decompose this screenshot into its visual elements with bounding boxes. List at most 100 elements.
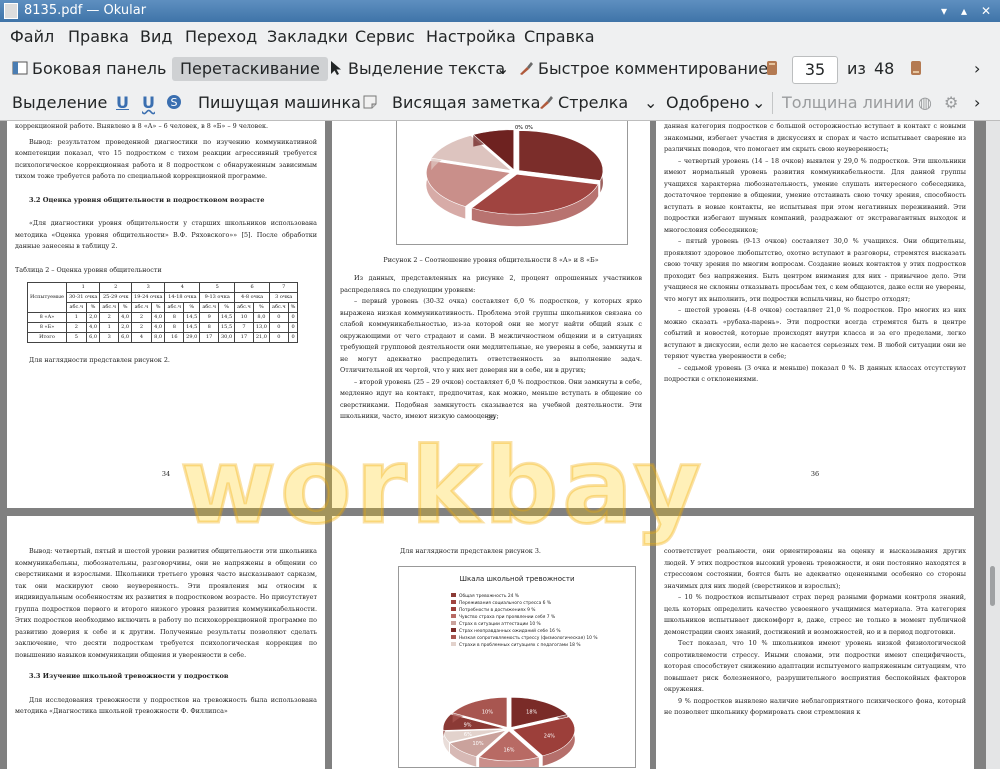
- drag-mode-button[interactable]: Перетаскивание: [172, 57, 328, 81]
- table-cell: 5: [199, 282, 236, 293]
- page-number-input[interactable]: 35: [792, 56, 838, 84]
- scrollbar-thumb[interactable]: [990, 566, 995, 606]
- menu-help[interactable]: Справка: [524, 27, 595, 46]
- close-icon[interactable]: ✕: [978, 3, 994, 19]
- pencil-icon: [540, 96, 553, 109]
- toolbar-overflow-button[interactable]: ›: [974, 57, 980, 81]
- pie-slice-label: 10%: [482, 709, 493, 715]
- vertical-scrollbar[interactable]: [986, 121, 1000, 769]
- table-cell: 1: [65, 282, 101, 293]
- line-width-button[interactable]: Толщина линии: [782, 91, 915, 115]
- menu-edit[interactable]: Правка: [68, 27, 129, 46]
- table-cell: 3 очка: [268, 292, 299, 303]
- table-cell: 2,0: [85, 312, 101, 323]
- menu-go[interactable]: Переход: [185, 27, 257, 46]
- arrow-button[interactable]: Стрелка: [538, 91, 628, 115]
- page-text: коррекционной работе. Выявлено в 8 «А» –…: [15, 122, 269, 130]
- table-cell: 4,0: [150, 322, 166, 333]
- table-cell: абс.ч: [65, 302, 87, 313]
- table-cell: абс.ч: [234, 302, 254, 313]
- opacity-button[interactable]: ⚙: [944, 91, 958, 115]
- table-cell: 15,5: [217, 322, 236, 333]
- table-cell: 2: [99, 312, 120, 323]
- note-icon-button[interactable]: [362, 91, 382, 115]
- table-cell: 1: [99, 322, 120, 333]
- underline-icon: U: [116, 93, 129, 112]
- table-cell: 6,0: [85, 332, 101, 343]
- table-cell: 9: [199, 312, 219, 323]
- pdf-file-icon: [4, 3, 18, 19]
- page-number: 36: [810, 470, 820, 478]
- page-text: данная категория подростков с большой ос…: [664, 122, 966, 153]
- table-row: Итого 5 6,0 3 6,0 4 8,0 16 29,0 17 30,0 17 21,0 0 0: [27, 332, 299, 343]
- table-cell: 4-8 очка: [234, 292, 270, 303]
- page-text: Из данных, представленных на рисунке 2, …: [340, 274, 642, 294]
- stamp-dropdown[interactable]: ⌄: [752, 91, 765, 115]
- text-select-button[interactable]: Выделение текста: [328, 57, 505, 81]
- pdf-page-36: данная категория подростков с большой ос…: [656, 121, 974, 508]
- table-cell: 2,0: [118, 322, 133, 333]
- menu-file[interactable]: Файл: [10, 27, 54, 46]
- text-select-dropdown[interactable]: ⌄: [496, 57, 509, 81]
- table-cell: 2: [65, 322, 87, 333]
- pdf-page-39: соответствует реальности, они ориентиров…: [656, 516, 974, 769]
- table-cell: абс.ч: [164, 302, 185, 313]
- table-cell: %: [287, 302, 299, 313]
- section-heading: 3.3 Изучение школьной тревожности у подр…: [29, 672, 229, 680]
- pdf-page-37: Вывод: четвертый, пятый и шестой уровни …: [7, 516, 325, 769]
- figure-caption: Рисунок 2 – Соотношение уровня общительн…: [383, 256, 599, 264]
- anxiety-chart-figure: Шкала школьной тревожности Общая тревожн…: [398, 566, 636, 768]
- toolbar-overflow-button[interactable]: ›: [974, 91, 980, 115]
- table-cell: 13,0: [252, 322, 270, 333]
- table-cell: 8: [199, 322, 219, 333]
- pie-chart: 18%24%16%10%6%9%10%: [442, 697, 576, 767]
- page-text: – шестой уровень (4-8 очков) составляет …: [664, 306, 966, 360]
- pie-slice-label: 16%: [503, 748, 514, 754]
- pop-up-note-button[interactable]: Висящая заметка: [392, 91, 540, 115]
- table-cell: 17: [199, 332, 219, 343]
- table-cell: 16: [164, 332, 185, 343]
- window-titlebar: 8135.pdf — Okular ▾ ▴ ✕: [0, 0, 1000, 22]
- table-cell: абс.ч: [268, 302, 289, 313]
- table-cell: 0: [287, 322, 299, 333]
- document-viewport[interactable]: коррекционной работе. Выявлено в 8 «А» –…: [0, 121, 986, 769]
- page-text: Вывод: четвертый, пятый и шестой уровни …: [15, 547, 317, 659]
- quick-comment-button[interactable]: Быстрое комментирование: [518, 57, 768, 81]
- select-annotation-label[interactable]: Выделение: [12, 91, 107, 115]
- next-page-icon: [911, 61, 921, 75]
- table-cell: 14,5: [217, 312, 236, 323]
- strikeout-button[interactable]: S: [166, 91, 186, 115]
- table-cell: 5: [65, 332, 87, 343]
- sidebar-button[interactable]: Боковая панель: [12, 57, 166, 81]
- underline-button[interactable]: U: [116, 91, 129, 115]
- menu-tools[interactable]: Сервис: [355, 27, 415, 46]
- pie-slice-label: 18%: [526, 710, 537, 716]
- strikeout-icon: S: [167, 95, 181, 109]
- squiggle-button[interactable]: U: [142, 91, 155, 115]
- pie-chart: 0% 0%: [426, 125, 604, 227]
- table-cell: 2: [131, 322, 152, 333]
- table-cell: 8 «Б»: [27, 322, 67, 333]
- table-cell: 30,0: [217, 332, 236, 343]
- stamp-approved-button[interactable]: Одобрено: [666, 91, 750, 115]
- arrow-dropdown[interactable]: ⌄: [644, 91, 657, 115]
- maximize-icon[interactable]: ▴: [956, 3, 972, 19]
- table-row: 8 «А» 1 2,0 2 4,0 2 4,0 8 14,5 9 14,5 10 8,0 0 0: [27, 312, 299, 323]
- menu-settings[interactable]: Настройка: [426, 27, 516, 46]
- gear-icon: ⚙: [944, 93, 959, 112]
- menu-view[interactable]: Вид: [140, 27, 172, 46]
- table-cell: %: [150, 302, 166, 313]
- next-page-button[interactable]: [908, 57, 928, 81]
- table-cell: 4: [164, 282, 201, 293]
- minimize-icon[interactable]: ▾: [936, 3, 952, 19]
- table-cell: 4,0: [118, 312, 133, 323]
- menu-bookmarks[interactable]: Закладки: [267, 27, 348, 46]
- table-cell: 4,0: [85, 322, 101, 333]
- previous-page-button[interactable]: [764, 57, 784, 81]
- window-title: 8135.pdf — Okular: [24, 3, 147, 18]
- previous-page-icon: [767, 61, 777, 75]
- page-total-label: 48: [874, 59, 895, 78]
- table-units-row: абс.ч% абс.ч% абс.ч% абс.ч% абс.ч% абс.ч% абс.…: [28, 302, 299, 313]
- typewriter-button[interactable]: Пишущая машинка: [198, 91, 361, 115]
- color-picker-button[interactable]: ◍: [918, 91, 932, 115]
